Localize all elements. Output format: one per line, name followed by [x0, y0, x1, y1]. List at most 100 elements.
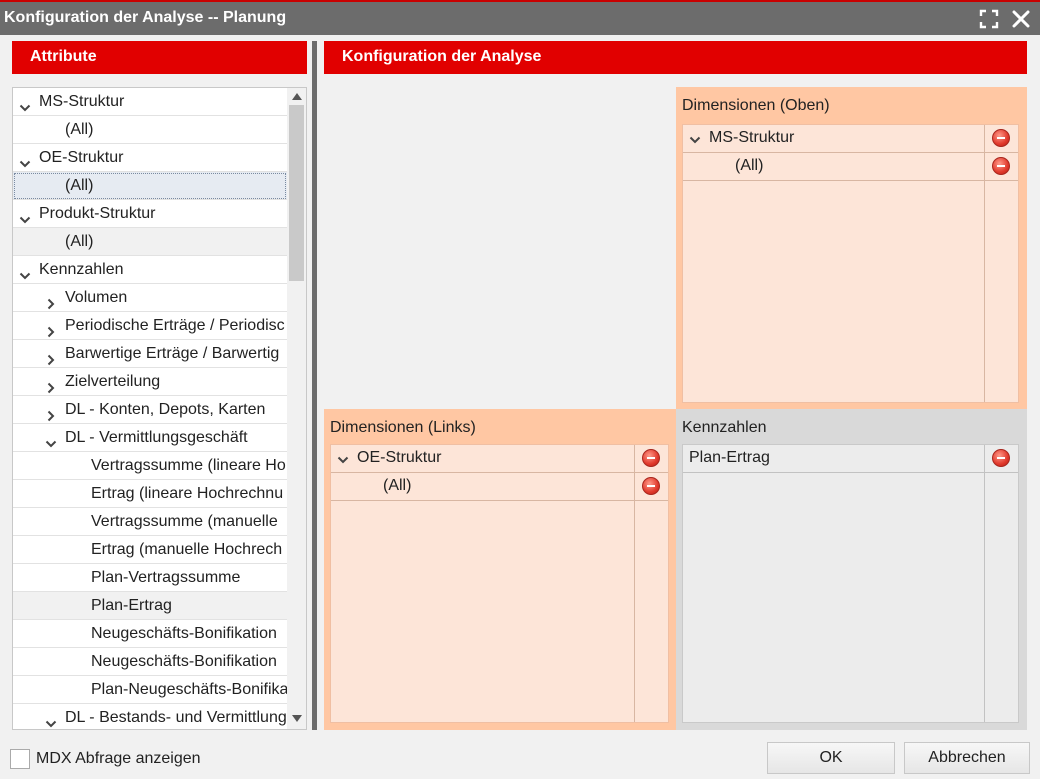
cancel-button[interactable]: Abbrechen [904, 742, 1030, 774]
mdx-query-checkbox[interactable] [10, 749, 30, 769]
tree-item[interactable]: (All) [13, 116, 287, 144]
tree-item-label: Volumen [65, 289, 128, 306]
tree-item-label: DL - Konten, Depots, Karten [65, 401, 266, 418]
zone-item[interactable]: Plan-Ertrag [683, 445, 1018, 473]
chevron-right-icon[interactable] [45, 292, 57, 310]
dimensions-top-zone[interactable]: Dimensionen (Oben) MS-Struktur (All) [676, 87, 1027, 409]
tree-item-label: Barwertige Erträge / Barwertig [65, 345, 280, 362]
tree-item[interactable]: Plan-Vertragssumme [13, 564, 287, 592]
tree-item[interactable]: MS-Struktur [13, 88, 287, 116]
tree-item[interactable]: Periodische Erträge / Periodisc [13, 312, 287, 340]
tree-item-label: DL - Bestands- und Vermittlung [65, 709, 287, 726]
tree-item[interactable]: Neugeschäfts-Bonifikation [13, 648, 287, 676]
tree-item-label: Kennzahlen [39, 261, 124, 278]
zone-item[interactable]: OE-Struktur [331, 445, 668, 473]
config-area: Dimensionen (Oben) MS-Struktur (All) Dime… [324, 74, 1027, 730]
tree-item[interactable]: Zielverteilung [13, 368, 287, 396]
remove-circle-icon[interactable] [992, 157, 1010, 175]
tree-item-label: (All) [65, 177, 94, 194]
remove-circle-icon[interactable] [992, 449, 1010, 467]
tree-item-label: Neugeschäfts-Bonifikation [91, 653, 277, 670]
zone-item-label: (All) [735, 157, 764, 174]
tree-item-label: OE-Struktur [39, 149, 124, 166]
tree-item[interactable]: Plan-Neugeschäfts-Bonifika [13, 676, 287, 704]
tree-item[interactable]: Neugeschäfts-Bonifikation [13, 620, 287, 648]
tree-item-label: Zielverteilung [65, 373, 161, 390]
dimensions-top-title: Dimensionen (Oben) [682, 97, 830, 114]
zone-item-label: OE-Struktur [357, 449, 442, 466]
tree-item[interactable]: Ertrag (manuelle Hochrech [13, 536, 287, 564]
panel-splitter[interactable] [312, 41, 317, 730]
tree-item-label: Periodische Erträge / Periodisc [65, 317, 285, 334]
tree-item-label: DL - Vermittlungsgeschäft [65, 429, 248, 446]
dimensions-left-list[interactable]: OE-Struktur (All) [330, 444, 669, 723]
tree-item-label: Neugeschäfts-Bonifikation [91, 625, 277, 642]
ok-button[interactable]: OK [767, 742, 895, 774]
scroll-down-arrow-icon[interactable] [292, 715, 302, 722]
tree-item[interactable]: Barwertige Erträge / Barwertig [13, 340, 287, 368]
tree-item[interactable]: Kennzahlen [13, 256, 287, 284]
chevron-right-icon[interactable] [45, 376, 57, 394]
remove-circle-icon[interactable] [642, 449, 660, 467]
tree-item-label: Vertragssumme (manuelle [91, 513, 278, 530]
chevron-down-icon[interactable] [689, 133, 701, 145]
chevron-down-icon[interactable] [19, 96, 31, 112]
dimensions-left-zone[interactable]: Dimensionen (Links) OE-Struktur (All) [324, 409, 676, 730]
window-title: Konfiguration der Analyse -- Planung [4, 9, 287, 26]
zone-item-label: Plan-Ertrag [689, 449, 770, 466]
tree-item[interactable]: Vertragssumme (lineare Ho [13, 452, 287, 480]
tree-item[interactable]: Ertrag (lineare Hochrechnu [13, 480, 287, 508]
tree-item[interactable]: (All) [13, 228, 287, 256]
measures-list[interactable]: Plan-Ertrag [682, 444, 1019, 723]
zone-item[interactable]: MS-Struktur [683, 125, 1018, 153]
remove-circle-icon[interactable] [992, 129, 1010, 147]
window-titlebar: Konfiguration der Analyse -- Planung [0, 0, 1040, 35]
tree-item-label: Plan-Neugeschäfts-Bonifika [91, 681, 287, 698]
chevron-right-icon[interactable] [45, 348, 57, 366]
tree-item-label: Plan-Ertrag [91, 597, 172, 614]
attribute-tree[interactable]: MS-Struktur (All) OE-Struktur (All) Produkt-… [12, 87, 307, 730]
zone-item-label: (All) [383, 477, 412, 494]
tree-item[interactable]: Produkt-Struktur [13, 200, 287, 228]
tree-item[interactable]: DL - Vermittlungsgeschäft [13, 424, 287, 452]
chevron-down-icon[interactable] [45, 712, 57, 728]
tree-item-label: (All) [65, 233, 94, 250]
tree-item-label: Produkt-Struktur [39, 205, 156, 222]
scrollbar-thumb[interactable] [289, 105, 304, 281]
measures-title: Kennzahlen [682, 419, 767, 436]
tree-item-label: (All) [65, 121, 94, 138]
tree-item[interactable]: Vertragssumme (manuelle [13, 508, 287, 536]
tree-item-label: MS-Struktur [39, 93, 125, 110]
maximize-icon[interactable] [978, 8, 1000, 30]
tree-item-label: Vertragssumme (lineare Ho [91, 457, 286, 474]
chevron-down-icon[interactable] [45, 432, 57, 448]
tree-item[interactable]: DL - Bestands- und Vermittlung [13, 704, 287, 729]
remove-circle-icon[interactable] [642, 477, 660, 495]
dimensions-left-title: Dimensionen (Links) [330, 419, 476, 436]
mdx-query-label[interactable]: MDX Abfrage anzeigen [36, 750, 201, 768]
tree-item[interactable]: Plan-Ertrag [13, 592, 287, 620]
chevron-down-icon[interactable] [337, 453, 349, 465]
chevron-down-icon[interactable] [19, 208, 31, 224]
chevron-right-icon[interactable] [45, 320, 57, 338]
tree-item-label: Plan-Vertragssumme [91, 569, 241, 586]
dimensions-top-list[interactable]: MS-Struktur (All) [682, 124, 1019, 403]
zone-item[interactable]: (All) [683, 153, 1018, 181]
zone-item-label: MS-Struktur [709, 129, 795, 146]
tree-item[interactable]: OE-Struktur [13, 144, 287, 172]
chevron-down-icon[interactable] [19, 152, 31, 168]
tree-item[interactable]: DL - Konten, Depots, Karten [13, 396, 287, 424]
chevron-down-icon[interactable] [19, 264, 31, 280]
tree-item[interactable]: (All) [13, 172, 287, 200]
tree-item[interactable]: Volumen [13, 284, 287, 312]
measures-zone[interactable]: Kennzahlen Plan-Ertrag [676, 409, 1027, 730]
tree-scrollbar[interactable] [287, 88, 306, 729]
chevron-right-icon[interactable] [45, 404, 57, 422]
scroll-up-arrow-icon[interactable] [292, 93, 302, 100]
tree-item-label: Ertrag (manuelle Hochrech [91, 541, 283, 558]
zone-item[interactable]: (All) [331, 473, 668, 501]
tree-item-label: Ertrag (lineare Hochrechnu [91, 485, 284, 502]
config-panel-header: Konfiguration der Analyse [324, 41, 1027, 74]
attribute-panel-header: Attribute [12, 41, 307, 74]
close-icon[interactable] [1010, 8, 1032, 30]
